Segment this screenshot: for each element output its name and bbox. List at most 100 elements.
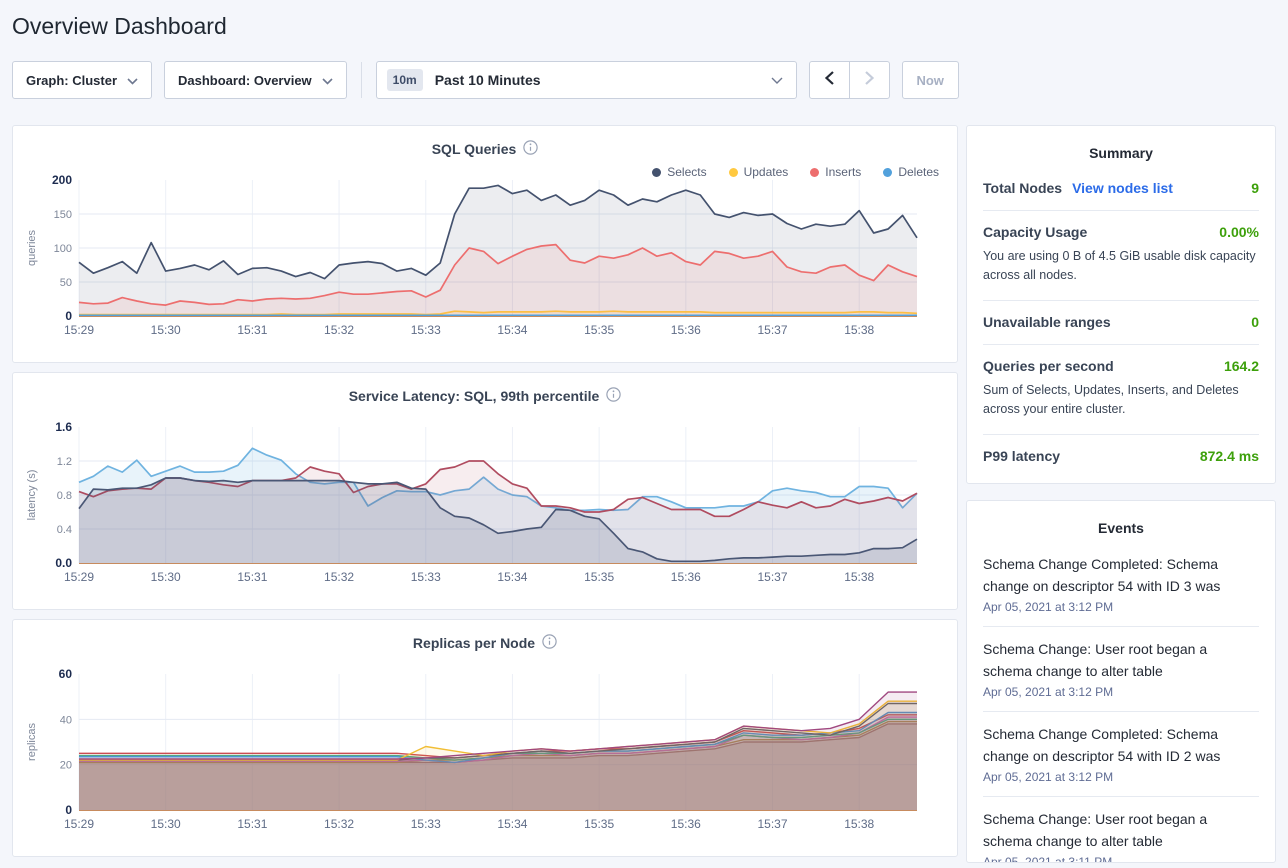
chart-title-text: Replicas per Node [413, 635, 535, 651]
charts-column: SQL Queries Selects Updates Inserts Deletes… [12, 125, 958, 866]
replicas-per-node-card: Replicas per Node 15:2915:3015:3115:3215… [12, 619, 958, 857]
dashboard-selector-dropdown[interactable]: Dashboard: Overview [164, 61, 347, 99]
summary-title: Summary [983, 145, 1259, 161]
svg-text:200: 200 [52, 173, 72, 187]
svg-text:0.8: 0.8 [57, 490, 72, 502]
svg-text:0.4: 0.4 [57, 524, 72, 536]
service-latency-card: Service Latency: SQL, 99th percentile 15… [12, 372, 958, 610]
summary-label: Total Nodes [983, 180, 1062, 196]
svg-text:15:35: 15:35 [584, 323, 614, 337]
dashboard-selector-label: Dashboard: Overview [178, 73, 312, 88]
time-next-button[interactable] [850, 62, 889, 98]
info-icon[interactable] [606, 387, 621, 405]
time-range-selector[interactable]: 10m Past 10 Minutes [376, 61, 797, 99]
summary-row-p99-latency: P99 latency 872.4 ms [983, 435, 1259, 478]
svg-text:15:31: 15:31 [237, 817, 267, 831]
event-text: Schema Change: User root began a schema … [983, 638, 1259, 682]
svg-text:15:36: 15:36 [671, 570, 701, 584]
summary-label: Queries per second [983, 358, 1114, 374]
svg-text:40: 40 [60, 714, 72, 726]
svg-text:50: 50 [60, 277, 72, 289]
info-icon[interactable] [542, 634, 557, 652]
view-nodes-list-link[interactable]: View nodes list [1072, 180, 1173, 196]
svg-text:0: 0 [65, 309, 72, 323]
chart-header: Replicas per Node [13, 620, 957, 662]
chart-title: SQL Queries [432, 140, 539, 158]
event-timestamp: Apr 05, 2021 at 3:12 PM [983, 600, 1259, 614]
chevron-down-icon [771, 73, 783, 88]
graph-selector-dropdown[interactable]: Graph: Cluster [12, 61, 152, 99]
chart-title-text: SQL Queries [432, 141, 517, 157]
svg-text:15:31: 15:31 [237, 323, 267, 337]
time-prev-button[interactable] [810, 62, 850, 98]
chart-title: Service Latency: SQL, 99th percentile [349, 387, 622, 405]
legend-item-inserts[interactable]: Inserts [810, 165, 861, 179]
svg-text:15:30: 15:30 [151, 570, 181, 584]
summary-label: P99 latency [983, 448, 1060, 464]
content: SQL Queries Selects Updates Inserts Deletes… [0, 125, 1288, 866]
legend-item-deletes[interactable]: Deletes [883, 165, 939, 179]
summary-description: You are using 0 B of 4.5 GiB usable disk… [983, 247, 1259, 286]
svg-text:15:33: 15:33 [411, 323, 441, 337]
chart-title-text: Service Latency: SQL, 99th percentile [349, 388, 600, 404]
summary-row-capacity-usage: Capacity Usage 0.00% You are using 0 B o… [983, 211, 1259, 301]
svg-text:15:32: 15:32 [324, 817, 354, 831]
event-timestamp: Apr 05, 2021 at 3:11 PM [983, 855, 1259, 863]
event-item: Schema Change: User root began a schema … [983, 797, 1259, 863]
event-timestamp: Apr 05, 2021 at 3:12 PM [983, 770, 1259, 784]
overview-dashboard-page: Overview Dashboard Graph: Cluster Dashbo… [0, 0, 1288, 868]
svg-text:queries: queries [26, 229, 38, 266]
summary-label: Capacity Usage [983, 224, 1087, 240]
summary-value: 9 [1251, 180, 1259, 196]
sql-queries-chart: 15:2915:3015:3115:3215:3315:3415:3515:36… [21, 168, 951, 346]
service-latency-chart: 15:2915:3015:3115:3215:3315:3415:3515:36… [21, 415, 951, 593]
svg-text:15:31: 15:31 [237, 570, 267, 584]
legend-dot-icon [883, 168, 892, 177]
svg-text:15:36: 15:36 [671, 323, 701, 337]
summary-description: Sum of Selects, Updates, Inserts, and De… [983, 381, 1259, 420]
time-range-label: Past 10 Minutes [435, 72, 759, 88]
event-timestamp: Apr 05, 2021 at 3:12 PM [983, 685, 1259, 699]
chevron-left-icon [825, 71, 834, 90]
svg-text:15:35: 15:35 [584, 817, 614, 831]
summary-value: 872.4 ms [1200, 448, 1259, 464]
svg-text:1.2: 1.2 [57, 456, 72, 468]
legend-dot-icon [729, 168, 738, 177]
event-item: Schema Change: User root began a schema … [983, 627, 1259, 712]
svg-text:150: 150 [54, 209, 72, 221]
svg-text:100: 100 [54, 243, 72, 255]
svg-text:15:38: 15:38 [844, 570, 874, 584]
sql-queries-legend: Selects Updates Inserts Deletes [652, 165, 939, 179]
summary-value: 164.2 [1224, 358, 1259, 374]
svg-text:15:35: 15:35 [584, 570, 614, 584]
svg-text:60: 60 [59, 667, 73, 681]
svg-text:replicas: replicas [26, 723, 38, 761]
legend-dot-icon [652, 168, 661, 177]
svg-text:15:36: 15:36 [671, 817, 701, 831]
summary-value: 0.00% [1219, 224, 1259, 240]
replicas-per-node-chart: 15:2915:3015:3115:3215:3315:3415:3515:36… [21, 662, 951, 840]
chevron-right-icon [865, 71, 874, 90]
svg-text:15:29: 15:29 [64, 570, 94, 584]
chart-title: Replicas per Node [413, 634, 557, 652]
svg-text:15:34: 15:34 [497, 570, 527, 584]
svg-text:15:34: 15:34 [497, 323, 527, 337]
event-text: Schema Change: User root began a schema … [983, 808, 1259, 852]
svg-text:20: 20 [60, 760, 72, 772]
legend-item-updates[interactable]: Updates [729, 165, 789, 179]
events-title: Events [983, 520, 1259, 536]
legend-dot-icon [810, 168, 819, 177]
svg-text:15:38: 15:38 [844, 817, 874, 831]
svg-text:15:29: 15:29 [64, 323, 94, 337]
chevron-down-icon [322, 73, 333, 88]
svg-text:15:38: 15:38 [844, 323, 874, 337]
chart-header: SQL Queries [13, 126, 957, 168]
info-icon[interactable] [523, 140, 538, 158]
event-text: Schema Change Completed: Schema change o… [983, 723, 1259, 767]
now-button[interactable]: Now [902, 61, 959, 99]
time-step-buttons [809, 61, 890, 99]
svg-text:15:37: 15:37 [758, 570, 788, 584]
sql-queries-card: SQL Queries Selects Updates Inserts Deletes… [12, 125, 958, 363]
svg-text:15:30: 15:30 [151, 817, 181, 831]
legend-item-selects[interactable]: Selects [652, 165, 706, 179]
